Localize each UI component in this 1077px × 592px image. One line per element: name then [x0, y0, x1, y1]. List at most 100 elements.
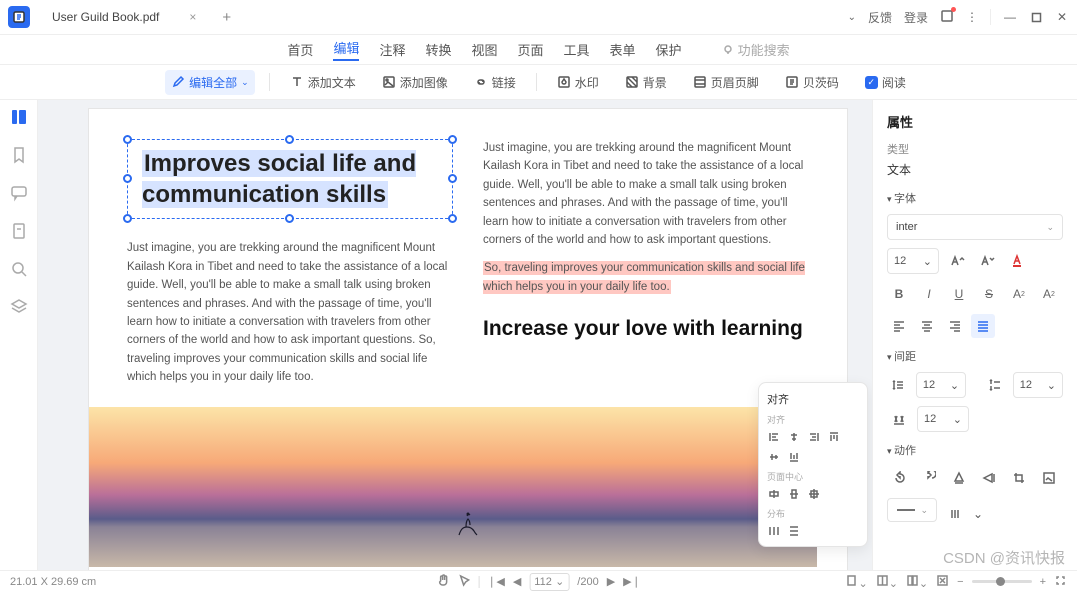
background-button[interactable]: 背景 — [619, 70, 673, 95]
zoom-in-icon[interactable]: + — [1040, 576, 1046, 588]
prev-page-icon[interactable]: ◀ — [513, 575, 521, 588]
menu-form[interactable]: 表单 — [610, 40, 636, 59]
line-style-select[interactable]: ⌄ — [887, 498, 937, 522]
rotate-right-icon[interactable] — [917, 466, 941, 490]
read-toggle[interactable]: ✓阅读 — [859, 70, 912, 95]
font-color-icon[interactable] — [1005, 249, 1029, 273]
heading-2[interactable]: Increase your love with learning — [483, 312, 809, 346]
window-close[interactable]: ✕ — [1055, 10, 1069, 24]
line-spacing-icon[interactable] — [887, 373, 910, 397]
replace-icon[interactable] — [1037, 466, 1061, 490]
edit-all-button[interactable]: 编辑全部 ⌄ — [165, 70, 255, 95]
view-mode-1-icon[interactable]: ⌄ — [845, 574, 867, 590]
layers-icon[interactable] — [10, 298, 28, 316]
distribute-h-icon[interactable] — [767, 524, 781, 538]
window-minimize[interactable]: — — [1003, 10, 1017, 24]
superscript-icon[interactable]: A2 — [1007, 282, 1031, 306]
new-tab-button[interactable]: + — [222, 9, 231, 26]
hero-image[interactable] — [89, 407, 817, 567]
align-top-icon[interactable] — [827, 430, 841, 444]
align-justify-icon[interactable] — [971, 314, 995, 338]
distribute-v-icon[interactable] — [787, 524, 801, 538]
center-v-icon[interactable] — [787, 487, 801, 501]
resize-handle[interactable] — [448, 214, 457, 223]
next-page-icon[interactable]: ▶ — [607, 575, 615, 588]
zoom-out-icon[interactable]: − — [957, 576, 963, 588]
fullscreen-icon[interactable] — [1054, 574, 1067, 590]
link-button[interactable]: 链接 — [468, 70, 522, 95]
align-right-icon[interactable] — [807, 430, 821, 444]
align-center-h-icon[interactable] — [787, 430, 801, 444]
para-spacing-input[interactable]: 12⌄ — [1013, 372, 1063, 398]
strikethrough-icon[interactable]: S — [977, 282, 1001, 306]
font-size-input[interactable]: 12⌄ — [887, 248, 939, 274]
menu-protect[interactable]: 保护 — [656, 40, 682, 59]
rotate-left-icon[interactable] — [887, 466, 911, 490]
center-both-icon[interactable] — [807, 487, 821, 501]
first-page-icon[interactable]: ❘◀ — [487, 575, 505, 588]
add-text-button[interactable]: 添加文本 — [284, 70, 362, 95]
font-decrease-icon[interactable] — [975, 249, 999, 273]
menu-home[interactable]: 首页 — [287, 40, 313, 59]
select-tool-icon[interactable] — [457, 574, 470, 590]
bold-icon[interactable]: B — [887, 282, 911, 306]
underline-icon[interactable]: U — [947, 282, 971, 306]
resize-handle[interactable] — [448, 174, 457, 183]
window-maximize[interactable] — [1029, 10, 1043, 24]
line-spacing-input[interactable]: 12⌄ — [916, 372, 966, 398]
login-link[interactable]: 登录 — [904, 9, 928, 26]
highlighted-text[interactable]: So, traveling improves your communicatio… — [483, 259, 809, 296]
feature-search[interactable]: 功能搜索 — [722, 40, 790, 59]
paragraph[interactable]: Just imagine, you are trekking around th… — [483, 139, 809, 249]
bookmark-icon[interactable] — [10, 146, 28, 164]
attachment-icon[interactable] — [10, 222, 28, 240]
notification-icon[interactable] — [940, 9, 954, 26]
view-mode-2-icon[interactable]: ⌄ — [876, 574, 898, 590]
menu-convert[interactable]: 转换 — [425, 40, 451, 59]
font-increase-icon[interactable] — [945, 249, 969, 273]
zoom-slider[interactable] — [972, 580, 1032, 583]
menu-page[interactable]: 页面 — [518, 40, 544, 59]
menu-tools[interactable]: 工具 — [564, 40, 590, 59]
page-number-input[interactable]: 112⌄ — [529, 573, 569, 591]
thumbnails-icon[interactable] — [10, 108, 28, 126]
bates-button[interactable]: 贝茨码 — [779, 70, 845, 95]
document-canvas[interactable]: Improves social life and communication s… — [38, 100, 872, 570]
align-bottom-icon[interactable] — [787, 450, 801, 464]
flip-h-icon[interactable] — [977, 466, 1001, 490]
spacing-bars-icon[interactable] — [943, 502, 967, 526]
spacing-section[interactable]: 间距 — [887, 348, 1063, 364]
resize-handle[interactable] — [448, 135, 457, 144]
align-right-icon[interactable] — [943, 314, 967, 338]
action-section[interactable]: 动作 — [887, 442, 1063, 458]
menu-edit[interactable]: 编辑 — [333, 38, 359, 61]
resize-handle[interactable] — [123, 174, 132, 183]
align-center-icon[interactable] — [915, 314, 939, 338]
resize-handle[interactable] — [123, 214, 132, 223]
resize-handle[interactable] — [285, 135, 294, 144]
text-selection-box[interactable]: Improves social life and communication s… — [127, 139, 453, 219]
feedback-link[interactable]: 反馈 — [868, 9, 892, 26]
flip-v-icon[interactable] — [947, 466, 971, 490]
comment-icon[interactable] — [10, 184, 28, 202]
menu-view[interactable]: 视图 — [471, 40, 497, 59]
para-spacing-icon[interactable] — [984, 373, 1007, 397]
watermark-button[interactable]: 水印 — [551, 70, 605, 95]
hand-tool-icon[interactable] — [436, 574, 449, 590]
align-left-icon[interactable] — [887, 314, 911, 338]
view-mode-3-icon[interactable]: ⌄ — [906, 574, 928, 590]
last-page-icon[interactable]: ▶❘ — [623, 575, 641, 588]
search-icon[interactable] — [10, 260, 28, 278]
subscript-icon[interactable]: A2 — [1037, 282, 1061, 306]
align-left-icon[interactable] — [767, 430, 781, 444]
align-center-v-icon[interactable] — [767, 450, 781, 464]
chevron-down-icon[interactable]: ⌄ — [973, 507, 983, 521]
more-icon[interactable]: ⋮ — [966, 10, 978, 24]
char-spacing-icon[interactable] — [887, 407, 911, 431]
font-section[interactable]: 字体 — [887, 190, 1063, 206]
italic-icon[interactable]: I — [917, 282, 941, 306]
font-family-select[interactable]: inter⌄ — [887, 214, 1063, 240]
center-h-icon[interactable] — [767, 487, 781, 501]
fit-icon[interactable] — [936, 574, 949, 590]
char-spacing-input[interactable]: 12⌄ — [917, 406, 969, 432]
